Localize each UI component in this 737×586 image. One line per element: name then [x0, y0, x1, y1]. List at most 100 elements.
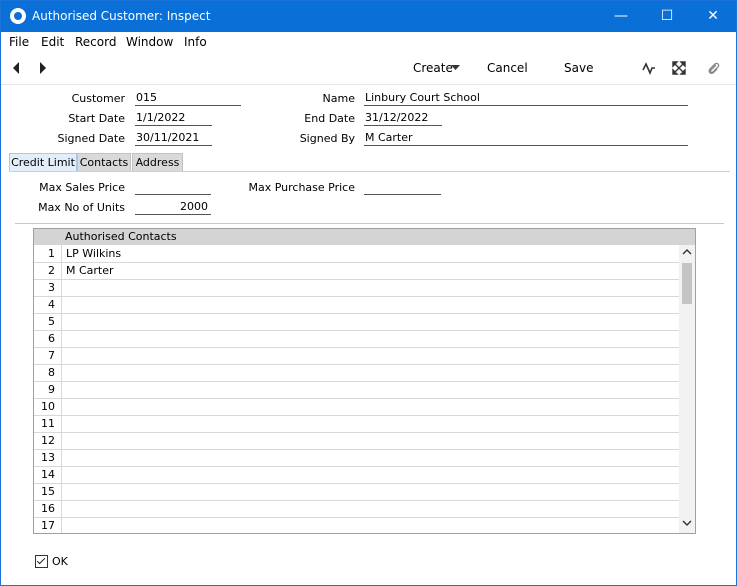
section-divider — [15, 223, 724, 224]
table-row[interactable]: 5 — [34, 313, 679, 331]
table-row[interactable]: 12 — [34, 432, 679, 450]
table-row[interactable]: 3 — [34, 279, 679, 297]
authorised-contacts-grid: Authorised Contacts 1 LP Wilkins 2 M Carter… — [33, 228, 696, 534]
signed-date-label: Signed Date — [57, 132, 125, 145]
row-number: 9 — [34, 381, 62, 398]
tab-address[interactable]: Address — [132, 153, 183, 172]
row-number-label: 11 — [41, 417, 55, 430]
ok-checkbox[interactable] — [35, 555, 48, 568]
row-number-label: 13 — [41, 451, 55, 464]
activity-icon[interactable] — [642, 61, 656, 75]
row-number-label: 4 — [48, 298, 55, 311]
row-number: 17 — [34, 517, 62, 533]
signed-by-field[interactable]: M Carter — [364, 131, 688, 146]
table-row[interactable]: 9 — [34, 381, 679, 399]
row-number: 6 — [34, 330, 62, 347]
menu-record[interactable]: Record — [75, 35, 116, 49]
cancel-button[interactable]: Cancel — [487, 61, 528, 75]
menu-bar: File Edit Record Window Info — [1, 32, 736, 52]
table-row[interactable]: 2 M Carter — [34, 262, 679, 280]
row-number-label: 8 — [48, 366, 55, 379]
end-date-field[interactable]: 31/12/2022 — [364, 111, 442, 126]
table-row[interactable]: 8 — [34, 364, 679, 382]
authorised-contacts-column-header[interactable]: Authorised Contacts — [65, 230, 177, 243]
row-number: 10 — [34, 398, 62, 415]
create-dropdown-icon[interactable] — [451, 65, 460, 71]
start-date-label: Start Date — [68, 112, 125, 125]
table-row[interactable]: 10 — [34, 398, 679, 416]
save-button[interactable]: Save — [564, 61, 593, 75]
tab-credit-limit[interactable]: Credit Limit — [9, 153, 77, 172]
max-purchase-price-label: Max Purchase Price — [248, 181, 355, 194]
row-number-label: 6 — [48, 332, 55, 345]
table-row[interactable]: 16 — [34, 500, 679, 518]
tab-contacts[interactable]: Contacts — [77, 153, 131, 172]
table-row[interactable]: 1 LP Wilkins — [34, 245, 679, 263]
create-button[interactable]: Create — [413, 61, 453, 75]
start-date-field[interactable]: 1/1/2022 — [135, 111, 212, 126]
contact-cell[interactable]: LP Wilkins — [66, 245, 121, 262]
row-number: 8 — [34, 364, 62, 381]
row-number-label: 16 — [41, 502, 55, 515]
scrollbar-thumb[interactable] — [682, 263, 692, 304]
row-number: 1 — [34, 245, 62, 262]
table-row[interactable]: 4 — [34, 296, 679, 314]
menu-window[interactable]: Window — [126, 35, 173, 49]
max-units-field[interactable]: 2000 — [135, 200, 211, 215]
name-field[interactable]: Linbury Court School — [364, 91, 688, 106]
customer-field[interactable]: 015 — [135, 91, 241, 106]
signed-date-field[interactable]: 30/11/2021 — [135, 131, 212, 146]
row-number: 16 — [34, 500, 62, 517]
table-row[interactable]: 11 — [34, 415, 679, 433]
max-sales-price-field[interactable] — [135, 180, 211, 195]
window-title: Authorised Customer: Inspect — [32, 9, 211, 23]
contact-cell[interactable]: M Carter — [66, 262, 114, 279]
scroll-up-icon[interactable] — [682, 248, 692, 258]
tab-divider — [9, 171, 730, 172]
title-bar[interactable]: Authorised Customer: Inspect — ☐ ✕ — [1, 1, 736, 32]
table-row[interactable]: 15 — [34, 483, 679, 501]
row-number-label: 15 — [41, 485, 55, 498]
row-number-label: 2 — [48, 264, 55, 277]
table-row[interactable]: 14 — [34, 466, 679, 484]
menu-edit[interactable]: Edit — [41, 35, 64, 49]
row-number: 13 — [34, 449, 62, 466]
app-logo-icon[interactable] — [10, 8, 26, 24]
table-row[interactable]: 17 — [34, 517, 679, 533]
row-number: 11 — [34, 415, 62, 432]
maximize-button[interactable]: ☐ — [644, 1, 690, 32]
row-number: 3 — [34, 279, 62, 296]
grid-scrollbar[interactable] — [679, 245, 695, 533]
table-row[interactable]: 7 — [34, 347, 679, 365]
table-row[interactable]: 13 — [34, 449, 679, 467]
row-number-label: 5 — [48, 315, 55, 328]
row-number: 4 — [34, 296, 62, 313]
row-number: 5 — [34, 313, 62, 330]
ok-label: OK — [52, 555, 68, 568]
row-number-label: 7 — [48, 349, 55, 362]
close-button[interactable]: ✕ — [690, 1, 736, 32]
minimize-button[interactable]: — — [598, 1, 644, 32]
signed-by-label: Signed By — [299, 132, 355, 145]
form-area: Customer 015 Name Linbury Court School S… — [1, 85, 736, 585]
row-number-label: 3 — [48, 281, 55, 294]
row-number-label: 17 — [41, 519, 55, 532]
max-purchase-price-field[interactable] — [364, 180, 441, 195]
table-row[interactable]: 6 — [34, 330, 679, 348]
row-number-label: 10 — [41, 400, 55, 413]
grid-header: Authorised Contacts — [34, 229, 695, 245]
previous-record-icon[interactable] — [10, 61, 22, 75]
row-number: 2 — [34, 262, 62, 279]
row-number: 12 — [34, 432, 62, 449]
name-label: Name — [322, 92, 355, 105]
max-units-label: Max No of Units — [38, 201, 125, 214]
row-number-label: 12 — [41, 434, 55, 447]
menu-info[interactable]: Info — [184, 35, 207, 49]
scroll-down-icon[interactable] — [682, 519, 692, 529]
expand-icon[interactable] — [672, 61, 686, 75]
next-record-icon[interactable] — [37, 61, 49, 75]
menu-file[interactable]: File — [9, 35, 29, 49]
paperclip-icon[interactable] — [706, 60, 720, 76]
max-sales-price-label: Max Sales Price — [39, 181, 125, 194]
end-date-label: End Date — [304, 112, 355, 125]
